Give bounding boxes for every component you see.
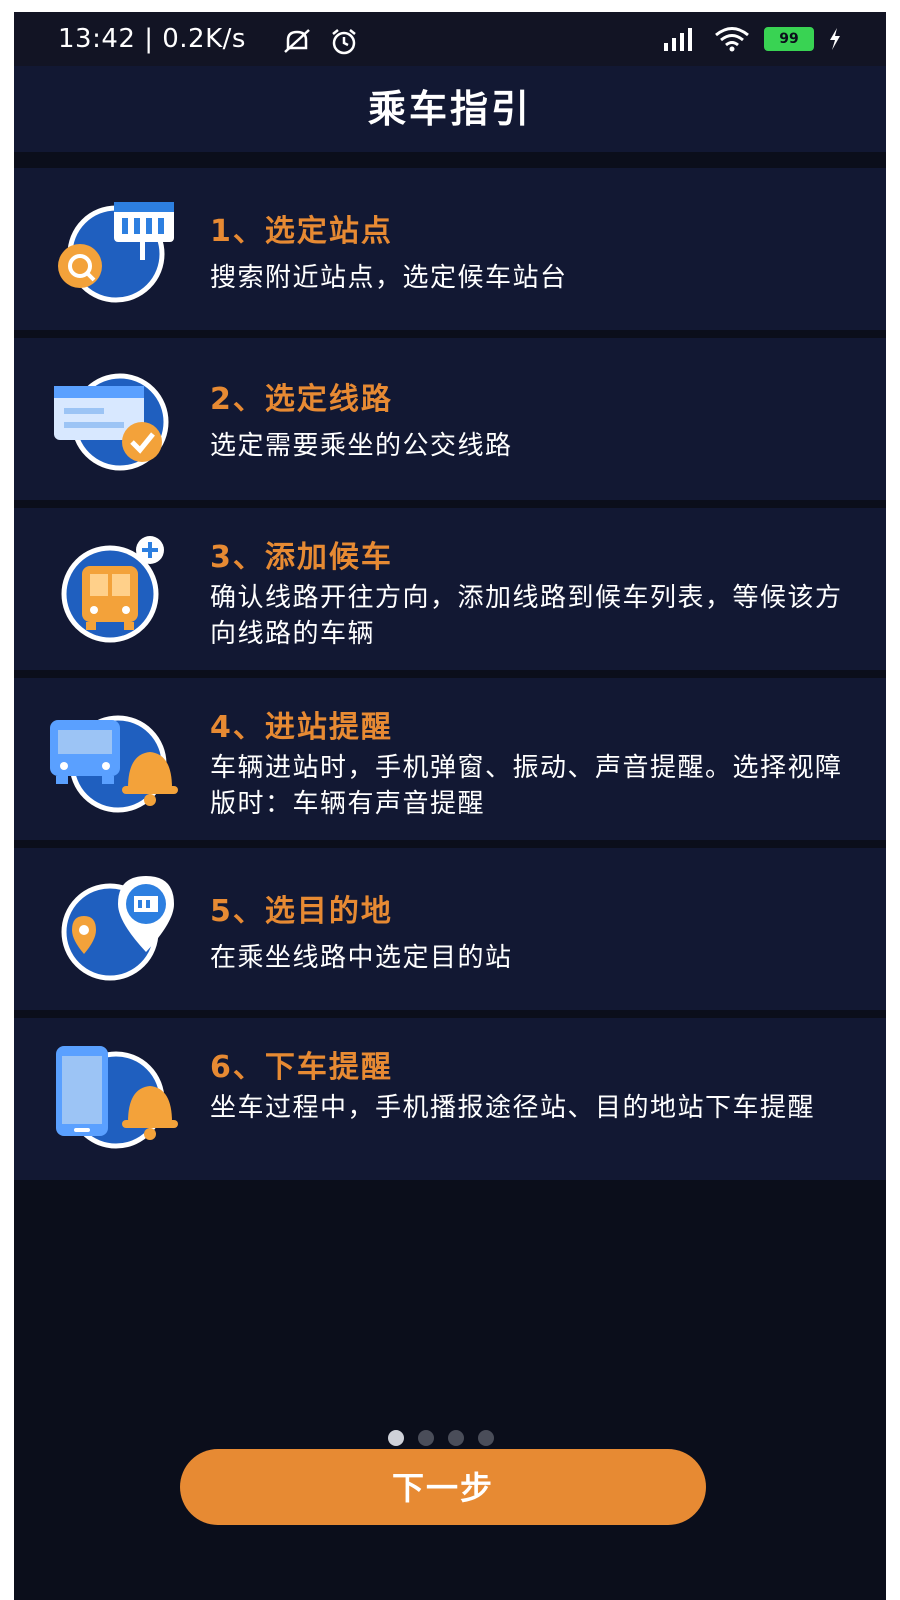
status-time: 13:42 | 0.2K/s: [58, 24, 246, 54]
page-title: 乘车指引: [367, 87, 532, 131]
guide-item-desc: 搜索附近站点，选定候车站台: [210, 263, 568, 293]
charging-icon: [830, 28, 840, 50]
pager-dot[interactable]: [448, 1430, 464, 1446]
guide-item-destination: 5、选目的地 在乘坐线路中选定目的站: [14, 848, 886, 1010]
title-bar: 乘车指引: [14, 66, 886, 152]
bus-add-icon: [61, 536, 164, 643]
guide-item-desc: 在乘坐线路中选定目的站: [210, 943, 513, 973]
pager-dot[interactable]: [478, 1430, 494, 1446]
guide-item-add-waiting: 3、添加候车 确认线路开往方向，添加线路到候车列表，等候该方向线路的车辆: [14, 508, 886, 670]
pager-dot[interactable]: [388, 1430, 404, 1446]
pager-dots: [388, 1430, 494, 1446]
alarm-icon: [332, 29, 356, 55]
next-step-button[interactable]: 下一步: [180, 1449, 706, 1525]
pager-dot[interactable]: [418, 1430, 434, 1446]
station-search-icon: [58, 202, 174, 303]
app-screen: 13:42 | 0.2K/s 99 乘车指引 1、选定站点 搜索附近站点，选定候…: [14, 12, 886, 1600]
signal-icon: [664, 28, 692, 51]
guide-item-desc: 确认线路开往方向，添加线路到候车列表，等候该方向线路的车辆: [210, 583, 843, 649]
guide-item-title: 4、进站提醒: [210, 710, 393, 745]
guide-item-title: 1、选定站点: [210, 214, 393, 249]
guide-item-select-station: 1、选定站点 搜索附近站点，选定候车站台: [14, 168, 886, 330]
wifi-icon: [715, 27, 749, 52]
guide-item-getoff-alert: 6、下车提醒 坐车过程中，手机播报途径站、目的地站下车提醒: [14, 1018, 886, 1180]
battery-indicator: 99: [764, 27, 814, 51]
phone-bell-icon: [56, 1046, 178, 1149]
guide-item-title: 6、下车提醒: [210, 1050, 393, 1085]
route-check-icon: [54, 373, 169, 471]
destination-pin-icon: [61, 876, 174, 981]
guide-item-title: 3、添加候车: [210, 540, 393, 575]
guide-item-title: 5、选目的地: [210, 894, 393, 929]
guide-item-title: 2、选定线路: [210, 382, 393, 417]
mute-icon: [284, 29, 310, 53]
status-bar: 13:42 | 0.2K/s 99: [14, 12, 886, 66]
guide-item-desc: 选定需要乘坐的公交线路: [210, 431, 513, 461]
guide-item-arrival-alert: 4、进站提醒 车辆进站时，手机弹窗、振动、声音提醒。选择视障版时：车辆有声音提醒: [14, 678, 886, 840]
guide-item-desc: 车辆进站时，手机弹窗、振动、声音提醒。选择视障版时：车辆有声音提醒: [210, 753, 843, 819]
guide-item-select-route: 2、选定线路 选定需要乘坐的公交线路: [14, 338, 886, 500]
bus-bell-icon: [50, 715, 178, 813]
guide-item-desc: 坐车过程中，手机播报途径站、目的地站下车提醒: [210, 1093, 816, 1123]
